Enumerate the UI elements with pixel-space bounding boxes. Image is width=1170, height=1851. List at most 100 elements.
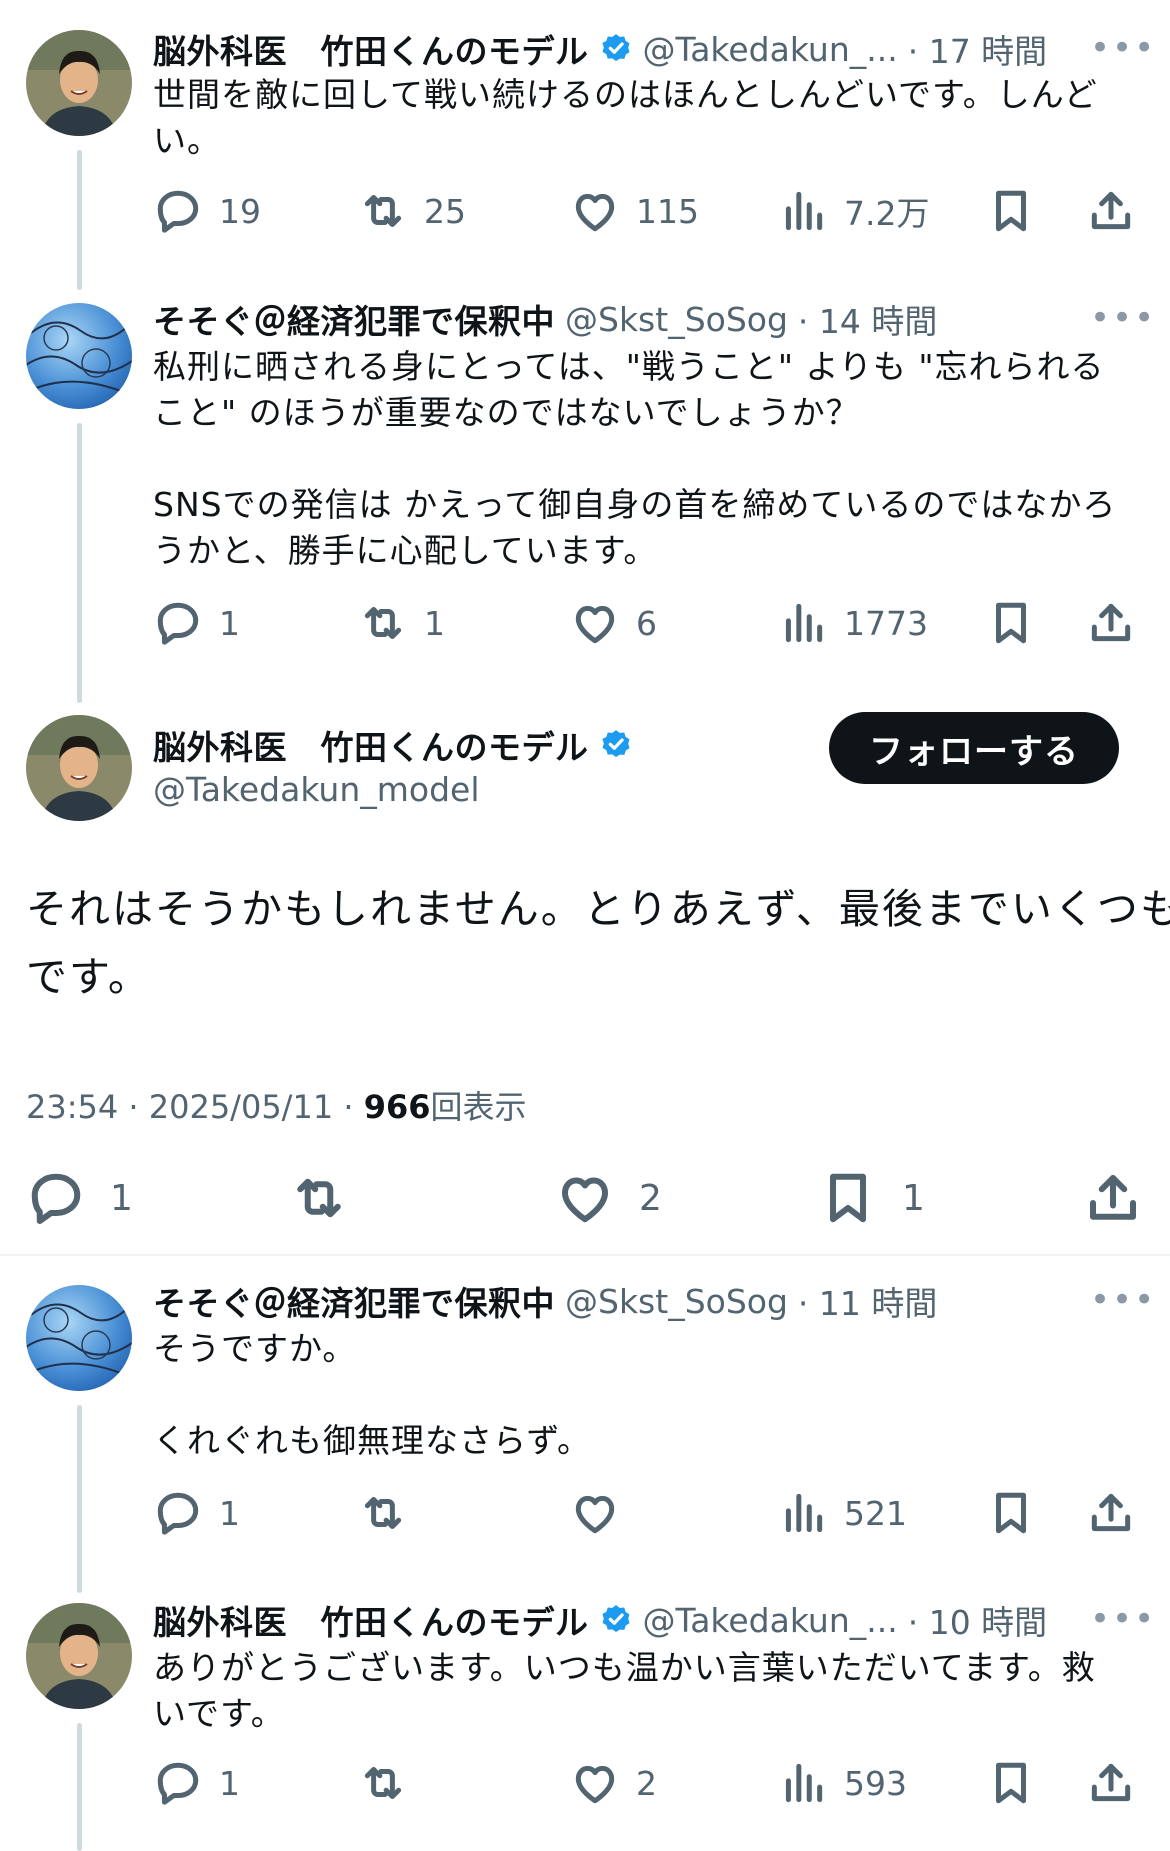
reply-count: 19 xyxy=(219,191,261,231)
views-button[interactable]: 521 xyxy=(778,1488,907,1538)
share-icon xyxy=(1083,1168,1143,1228)
share-button[interactable] xyxy=(1083,1168,1143,1228)
retweet-button[interactable]: 25 xyxy=(358,186,466,236)
post-timestamp[interactable]: 23:54 · 2025/05/11 · xyxy=(26,1088,364,1126)
retweet-button[interactable]: 1 xyxy=(358,598,445,648)
author-name[interactable]: そそぐ＠経済犯罪で保釈中 xyxy=(153,295,555,343)
text-line: SNSでの発信は かえって御自身の首を締めているのではなかろ xyxy=(153,485,1117,524)
reply2-header: そそぐ＠経済犯罪で保釈中 @Skst_SoSog · 14 時間 xyxy=(153,296,937,342)
bookmark-button[interactable] xyxy=(986,186,1036,236)
author-handle[interactable]: @Takedakun_... xyxy=(643,30,898,69)
avatar-takeda[interactable] xyxy=(26,1603,132,1709)
author-handle[interactable]: @Skst_SoSog xyxy=(565,300,788,339)
retweet-button[interactable] xyxy=(289,1168,349,1228)
reply-count: 1 xyxy=(110,1177,133,1219)
avatar-sosog[interactable] xyxy=(26,303,132,409)
views-icon xyxy=(778,186,828,236)
like-button[interactable]: 2 xyxy=(570,1758,657,1808)
retweet-icon xyxy=(358,1758,408,1808)
post-time[interactable]: · 17 時間 xyxy=(908,25,1047,73)
verified-badge-icon xyxy=(599,728,633,762)
views-icon xyxy=(778,1488,828,1538)
like-icon xyxy=(570,1488,620,1538)
text-line: 世間を敵に回して戦い続けるのはほんとしんどいです。しんど xyxy=(153,75,1098,114)
main-text: それはそうかもしれません。とりあえず、最後までいくつもり です。 xyxy=(26,875,1170,1011)
like-button[interactable]: 115 xyxy=(570,186,699,236)
views-button[interactable]: 593 xyxy=(778,1758,907,1808)
retweet-icon xyxy=(289,1168,349,1228)
bookmark-button[interactable] xyxy=(986,598,1036,648)
author-name[interactable]: 脳外科医 竹田くんのモデル xyxy=(153,721,589,769)
post-time[interactable]: · 11 時間 xyxy=(798,1277,937,1325)
verified-badge-icon xyxy=(599,32,633,66)
like-button[interactable]: 6 xyxy=(570,598,657,648)
like-icon xyxy=(570,186,620,236)
reply-button[interactable]: 19 xyxy=(153,186,261,236)
more-options-icon[interactable]: ••• xyxy=(1090,1283,1156,1317)
share-button[interactable] xyxy=(1086,1488,1136,1538)
reply4-text: ありがとうございます。いつも温かい言葉いただいてます。救 いです。 xyxy=(153,1645,1096,1737)
reply-button[interactable]: 1 xyxy=(153,598,240,648)
author-handle[interactable]: @Takedakun_... xyxy=(643,1601,898,1640)
text-line: ありがとうございます。いつも温かい言葉いただいてます。救 xyxy=(153,1648,1096,1687)
author-handle[interactable]: @Skst_SoSog xyxy=(565,1282,788,1321)
like-button[interactable]: 2 xyxy=(555,1168,662,1228)
share-button[interactable] xyxy=(1086,598,1136,648)
reply1-text: 世間を敵に回して戦い続けるのはほんとしんどいです。しんど い。 xyxy=(153,72,1098,164)
retweet-button[interactable] xyxy=(358,1758,408,1808)
bookmark-button[interactable] xyxy=(986,1758,1036,1808)
avatar-sosog[interactable] xyxy=(26,1285,132,1391)
reply-count: 1 xyxy=(219,603,240,643)
thread-line xyxy=(77,1405,82,1593)
author-name[interactable]: 脳外科医 竹田くんのモデル xyxy=(153,1596,589,1644)
like-icon xyxy=(570,1758,620,1808)
share-button[interactable] xyxy=(1086,186,1136,236)
retweet-count: 25 xyxy=(424,191,466,231)
retweet-button[interactable] xyxy=(358,1488,408,1538)
views-button[interactable]: 7.2万 xyxy=(778,186,929,236)
text-line: い。 xyxy=(153,121,221,160)
reply-button[interactable]: 1 xyxy=(153,1758,240,1808)
more-options-icon[interactable]: ••• xyxy=(1090,31,1156,65)
retweet-icon xyxy=(358,598,408,648)
reply-icon xyxy=(153,186,203,236)
views-button[interactable]: 1773 xyxy=(778,598,928,648)
post-meta: 23:54 · 2025/05/11 · 966回表示 xyxy=(26,1082,527,1128)
avatar-takeda[interactable] xyxy=(26,715,132,821)
retweet-icon xyxy=(358,186,408,236)
text-line: くれぐれも御無理なさらず。 xyxy=(153,1421,592,1460)
bookmark-count: 1 xyxy=(902,1177,925,1219)
views-icon xyxy=(778,598,828,648)
avatar-takeda[interactable] xyxy=(26,30,132,136)
follow-button[interactable]: フォローする xyxy=(829,712,1119,784)
reply-icon xyxy=(153,598,203,648)
post-time[interactable]: · 10 時間 xyxy=(908,1596,1047,1644)
reply1-header: 脳外科医 竹田くんのモデル @Takedakun_... · 17 時間 xyxy=(153,26,1047,72)
reply-button[interactable]: 1 xyxy=(153,1488,240,1538)
like-button[interactable] xyxy=(570,1488,620,1538)
more-options-icon[interactable]: ••• xyxy=(1090,301,1156,335)
post-time[interactable]: · 14 時間 xyxy=(798,295,937,343)
like-icon xyxy=(555,1168,615,1228)
author-handle[interactable]: @Takedakun_model xyxy=(153,770,480,809)
view-count: 1773 xyxy=(844,603,928,643)
reply-count: 1 xyxy=(219,1493,240,1533)
divider xyxy=(0,1254,1170,1256)
text-line: それはそうかもしれません。とりあえず、最後までいくつもり xyxy=(26,885,1170,933)
reply-button[interactable]: 1 xyxy=(26,1168,133,1228)
text-line: そうですか。 xyxy=(153,1329,357,1368)
text-line: こと" のほうが重要なのではないでしょうか？ xyxy=(153,393,860,432)
thread-line xyxy=(77,1723,82,1851)
bookmark-icon xyxy=(986,186,1036,236)
author-name[interactable]: 脳外科医 竹田くんのモデル xyxy=(153,25,589,73)
bookmark-button[interactable] xyxy=(986,1488,1036,1538)
reply-icon xyxy=(26,1168,86,1228)
more-options-icon[interactable]: ••• xyxy=(1090,1602,1156,1636)
like-icon xyxy=(570,598,620,648)
retweet-count: 1 xyxy=(424,603,445,643)
bookmark-button[interactable]: 1 xyxy=(818,1168,925,1228)
share-button[interactable] xyxy=(1086,1758,1136,1808)
share-icon xyxy=(1086,1488,1136,1538)
text-line xyxy=(153,436,1116,482)
author-name[interactable]: そそぐ＠経済犯罪で保釈中 xyxy=(153,1277,555,1325)
